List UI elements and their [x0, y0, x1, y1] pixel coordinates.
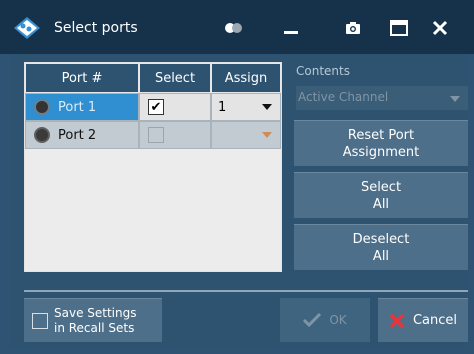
save-label-line1: Save Settings [54, 305, 137, 320]
checkmark-icon [303, 313, 322, 327]
port-label: Port 1 [58, 99, 97, 115]
close-icon[interactable] [424, 16, 456, 40]
toggle-icon[interactable] [218, 16, 250, 40]
ports-table: Port # Select Assign Port 1 ✔ 1 Port 2 [24, 62, 282, 272]
header-port: Port # [25, 63, 139, 93]
select-cell[interactable] [139, 121, 211, 149]
select-cell[interactable]: ✔ [139, 93, 211, 121]
deselect-all-label-line2: All [372, 248, 390, 264]
select-all-button[interactable]: Select All [294, 172, 468, 218]
reset-label-line2: Assignment [342, 144, 420, 160]
assign-dropdown[interactable] [211, 121, 281, 149]
save-label-line2: in Recall Sets [54, 320, 135, 335]
deselect-all-button[interactable]: Deselect All [294, 224, 468, 270]
app-logo-icon [14, 17, 40, 39]
cancel-x-icon [389, 313, 405, 328]
port-cell[interactable]: Port 1 [25, 93, 139, 121]
save-settings-toggle[interactable]: Save Settings in Recall Sets [24, 298, 162, 342]
title-bar: Select ports [0, 0, 474, 54]
save-settings-checkbox[interactable] [32, 312, 48, 329]
table-row[interactable]: Port 1 ✔ 1 [25, 93, 281, 121]
contents-value: Active Channel [298, 90, 389, 104]
cancel-button[interactable]: Cancel [378, 298, 468, 342]
select-checkbox[interactable]: ✔ [148, 99, 164, 115]
ok-label: OK [329, 313, 347, 327]
contents-dropdown[interactable]: Active Channel [296, 86, 468, 110]
select-all-label-line1: Select [360, 179, 402, 195]
assign-value: 1 [218, 99, 227, 115]
port-status-icon [34, 99, 50, 115]
divider [24, 290, 468, 292]
window-title: Select ports [54, 20, 138, 36]
header-assign: Assign [211, 63, 281, 93]
maximize-icon[interactable] [384, 16, 414, 40]
port-cell[interactable]: Port 2 [25, 121, 139, 149]
deselect-all-label-line1: Deselect [352, 231, 410, 247]
select-checkbox[interactable] [148, 127, 164, 143]
assign-dropdown[interactable]: 1 [211, 93, 281, 121]
camera-icon[interactable] [338, 16, 368, 40]
chevron-down-icon [450, 96, 460, 102]
chevron-down-icon [262, 132, 272, 138]
ok-button[interactable]: OK [280, 298, 370, 342]
chevron-down-icon [262, 104, 272, 110]
cancel-label: Cancel [412, 313, 458, 328]
table-row[interactable]: Port 2 [25, 121, 281, 149]
header-select: Select [139, 63, 211, 93]
port-status-icon [34, 127, 50, 143]
select-all-label-line2: All [372, 196, 390, 212]
minimize-icon[interactable] [276, 16, 306, 40]
port-label: Port 2 [58, 127, 97, 143]
contents-label: Contents [296, 64, 350, 78]
reset-port-assignment-button[interactable]: Reset Port Assignment [294, 120, 468, 166]
reset-label-line1: Reset Port [347, 127, 415, 143]
